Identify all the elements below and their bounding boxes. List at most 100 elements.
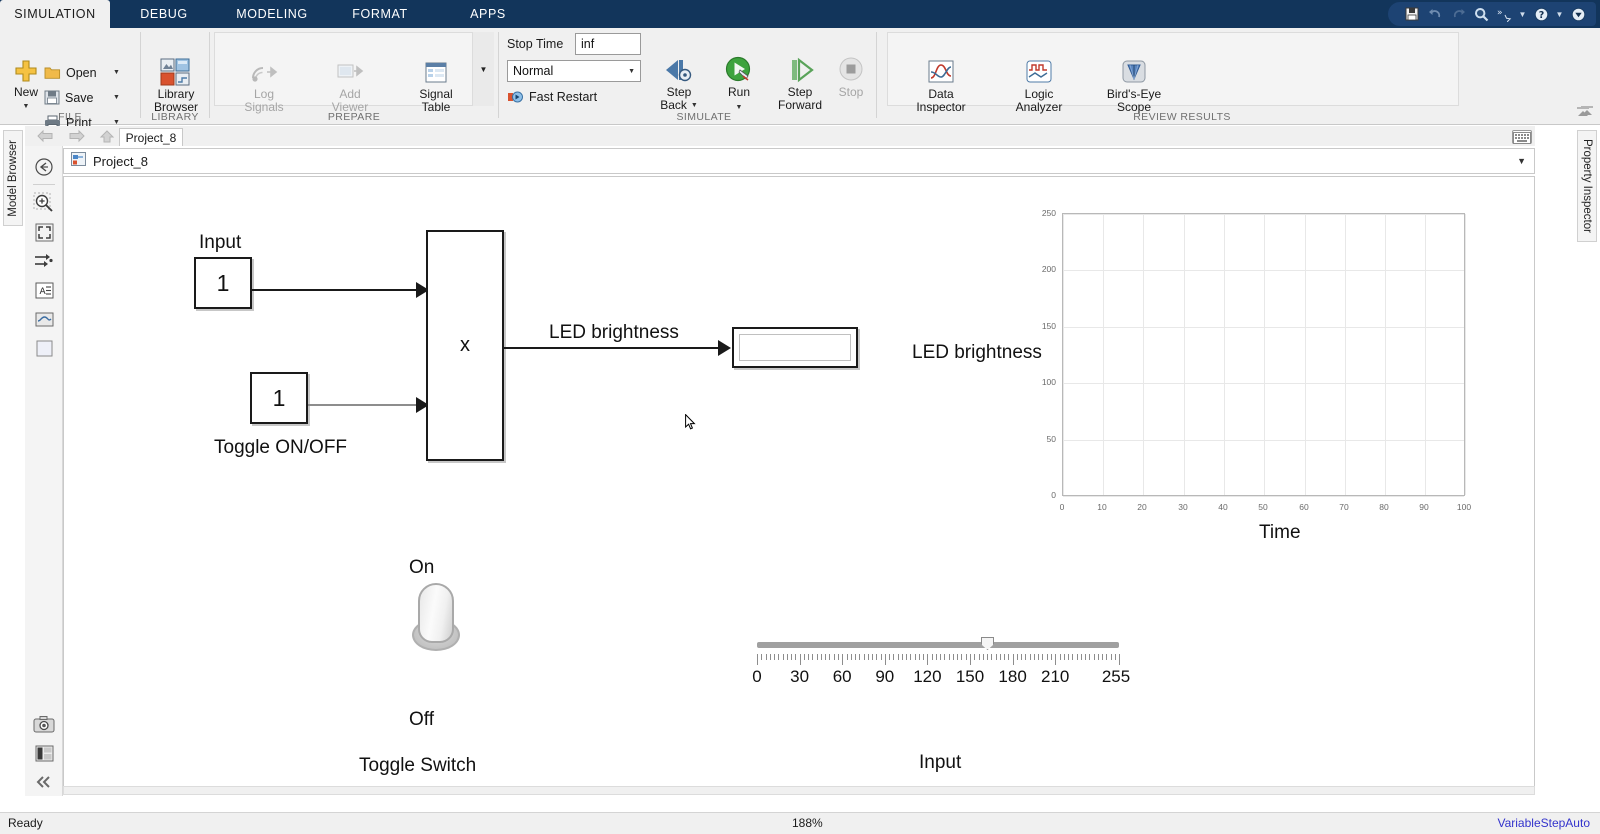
- search-icon[interactable]: [1471, 4, 1491, 24]
- open-button[interactable]: Open: [44, 62, 97, 83]
- product-block[interactable]: x: [426, 230, 504, 461]
- slider-widget[interactable]: 0 30 60 90 120 150 180 210 255: [752, 637, 1130, 697]
- keyboard-shortcut-icon[interactable]: [1512, 130, 1532, 144]
- display-block-value: [739, 334, 851, 361]
- ribbon-group-file: New ▼ Open ▼ Save ▼ Print ▼ FILE: [0, 28, 140, 130]
- tab-apps[interactable]: APPS: [434, 0, 542, 28]
- step-back-icon: [666, 60, 692, 82]
- stop-time-label: Stop Time: [507, 37, 564, 51]
- shortcuts-icon[interactable]: »: [1494, 4, 1514, 24]
- scope-xtick: 0: [1059, 502, 1065, 512]
- fit-to-view-icon[interactable]: [31, 219, 57, 245]
- signal-table-icon: [425, 62, 447, 83]
- scope-ytick: 250: [1041, 208, 1056, 218]
- annotation-icon[interactable]: A: [31, 277, 57, 303]
- shortcuts-chevron-down-icon[interactable]: ▼: [1517, 10, 1528, 19]
- screenshot-icon[interactable]: [31, 711, 57, 737]
- model-canvas[interactable]: Input 1 1 Toggle ON/OFF x LED brightness: [63, 176, 1535, 794]
- rectangle-icon[interactable]: [31, 335, 57, 361]
- toggle-constant-block[interactable]: 1: [250, 372, 308, 424]
- scope-xtick: 100: [1456, 502, 1472, 512]
- slider-tick-label: 90: [875, 667, 895, 686]
- property-inspector-label: Property Inspector: [1581, 139, 1593, 233]
- tab-format[interactable]: FORMAT: [326, 0, 434, 28]
- add-viewer-button[interactable]: Add Viewer: [314, 60, 386, 114]
- scope-icon[interactable]: [31, 306, 57, 332]
- up-arrow-icon[interactable]: [95, 125, 119, 147]
- run-button[interactable]: Run ▼: [713, 56, 765, 114]
- file-tab-project8[interactable]: Project_8: [119, 128, 183, 146]
- scope-widget[interactable]: 250 200 150 100 50 0 0 10 20 30 40 50 60…: [1034, 207, 1474, 537]
- toggle-switch-widget[interactable]: On Off: [394, 557, 514, 730]
- help-chevron-down-icon[interactable]: ▼: [1554, 10, 1565, 19]
- library-browser-button[interactable]: Library Browser: [145, 58, 207, 114]
- step-forward-button[interactable]: Step Forward: [767, 56, 833, 112]
- slider-tick-label: 210: [1041, 667, 1070, 686]
- slider-caption: Input: [919, 752, 962, 773]
- scope-xtick: 70: [1339, 502, 1349, 512]
- toggle-switch-on-label: On: [409, 557, 435, 578]
- step-forward-icon: [792, 57, 814, 83]
- product-block-symbol: x: [460, 334, 470, 356]
- navigate-back-icon[interactable]: [31, 154, 57, 180]
- fast-restart-icon: [508, 91, 523, 102]
- collapse-icon[interactable]: [31, 769, 57, 795]
- signal-routing-icon[interactable]: [31, 248, 57, 274]
- redo-icon[interactable]: [1448, 4, 1468, 24]
- simulation-mode-select[interactable]: Normal ▼: [507, 60, 641, 82]
- floppy-icon: [44, 90, 60, 105]
- scope-plot-area: [1062, 213, 1466, 497]
- step-back-button[interactable]: Step Back ▼: [649, 56, 709, 112]
- signal-table-button[interactable]: Signal Table: [400, 60, 472, 114]
- breadcrumb-chevron-down-icon[interactable]: ▼: [1517, 156, 1526, 166]
- model-browser-tab[interactable]: Model Browser: [3, 130, 23, 226]
- prepare-overflow-chevron-down-icon[interactable]: ▼: [472, 32, 494, 106]
- solver-link[interactable]: VariableStepAuto: [1497, 816, 1590, 830]
- zoom-in-icon[interactable]: [31, 190, 57, 216]
- slider-tick-label: 150: [955, 667, 985, 686]
- layout-icon[interactable]: [31, 740, 57, 766]
- display-block[interactable]: [732, 327, 858, 368]
- help-icon[interactable]: ?: [1531, 4, 1551, 24]
- slider-track[interactable]: [757, 642, 1119, 648]
- zoom-level[interactable]: 188%: [792, 816, 823, 830]
- tab-debug[interactable]: DEBUG: [110, 0, 218, 28]
- stop-button[interactable]: Stop: [829, 56, 873, 99]
- add-viewer-icon: [337, 64, 364, 78]
- ribbon-group-review: Data Inspector Logic Analyzer Bird's-Eye…: [877, 28, 1487, 125]
- tab-modeling[interactable]: MODELING: [218, 0, 326, 28]
- toggle-switch-lever[interactable]: [418, 583, 454, 643]
- wire-input-to-product: [252, 289, 424, 291]
- back-arrow-icon[interactable]: [33, 125, 57, 147]
- canvas-horizontal-scrollbar[interactable]: [63, 786, 1535, 795]
- save-icon[interactable]: [1402, 4, 1422, 24]
- file-tab-label: Project_8: [125, 130, 177, 145]
- tab-simulation[interactable]: SIMULATION: [0, 0, 110, 28]
- open-chevron-down-icon[interactable]: ▼: [113, 69, 120, 76]
- more-options-icon[interactable]: [1568, 4, 1588, 24]
- breadcrumb-label: Project_8: [93, 153, 148, 169]
- property-inspector-tab[interactable]: Property Inspector: [1577, 130, 1597, 242]
- stop-time-input[interactable]: [575, 33, 641, 55]
- arrowhead-product-to-display: [718, 340, 731, 356]
- simulation-mode-chevron-down-icon: ▼: [628, 67, 635, 75]
- wire-toggle-to-product: [308, 404, 424, 406]
- fast-restart-button[interactable]: Fast Restart: [507, 86, 597, 107]
- signal-label-led-brightness: LED brightness: [549, 322, 679, 343]
- save-button[interactable]: Save: [44, 87, 94, 108]
- input-constant-value: 1: [216, 269, 230, 296]
- input-constant-block[interactable]: 1: [194, 257, 252, 309]
- logic-analyzer-button[interactable]: Logic Analyzer: [997, 58, 1081, 114]
- slider-tick-label: 120: [913, 667, 942, 686]
- undo-icon[interactable]: [1425, 4, 1445, 24]
- group-label-review: REVIEW RESULTS: [1133, 111, 1231, 123]
- scope-ytick: 200: [1041, 264, 1056, 274]
- new-button[interactable]: New ▼: [6, 58, 46, 113]
- slider-handle[interactable]: [981, 637, 994, 650]
- right-panel-expand-icon[interactable]: [1578, 106, 1596, 122]
- birds-eye-scope-button[interactable]: Bird's-Eye Scope: [1089, 58, 1179, 114]
- log-signals-button[interactable]: Log Signals: [228, 60, 300, 114]
- data-inspector-button[interactable]: Data Inspector: [899, 58, 983, 114]
- save-chevron-down-icon[interactable]: ▼: [113, 94, 120, 101]
- forward-arrow-icon[interactable]: [65, 125, 89, 147]
